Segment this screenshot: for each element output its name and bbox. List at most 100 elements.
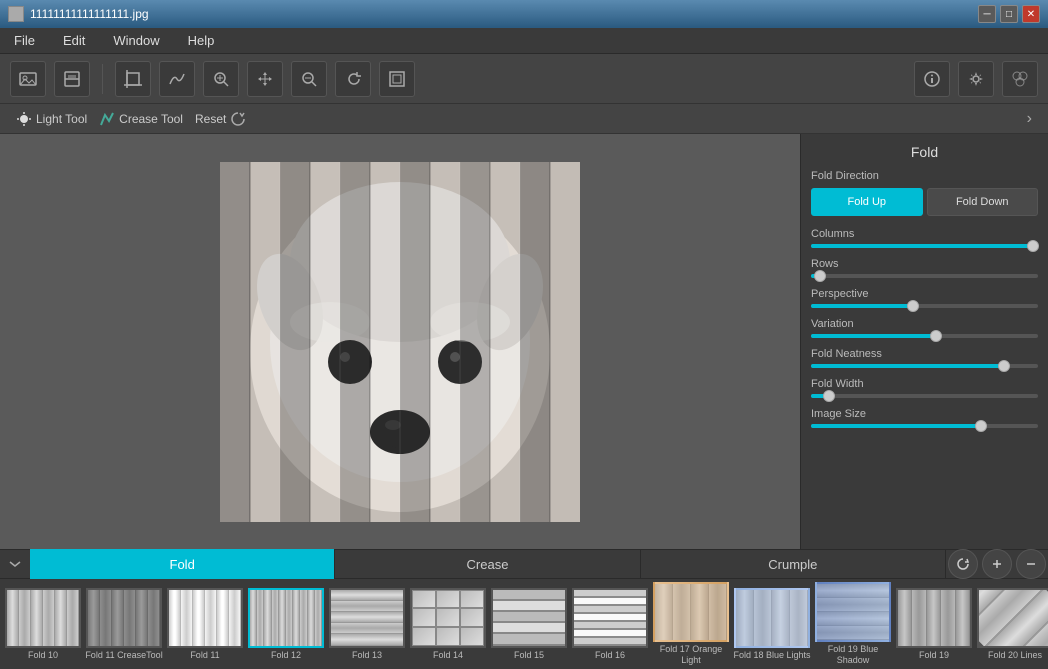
- frame-button[interactable]: [379, 61, 415, 97]
- light-tool-icon: [16, 111, 32, 127]
- perspective-thumb[interactable]: [907, 300, 919, 312]
- variation-thumb[interactable]: [930, 330, 942, 342]
- curve-icon: [167, 69, 187, 89]
- menu-help[interactable]: Help: [182, 31, 221, 50]
- fold-width-slider-row: Fold Width: [811, 378, 1038, 398]
- rotate-button[interactable]: [335, 61, 371, 97]
- refresh-action-button[interactable]: [948, 549, 978, 579]
- canvas-container: [220, 162, 580, 522]
- list-item[interactable]: Fold 19: [895, 588, 973, 661]
- minus-icon: [1024, 557, 1038, 571]
- tab-fold[interactable]: Fold: [30, 549, 335, 579]
- scan-icon: [62, 69, 82, 89]
- menu-file[interactable]: File: [8, 31, 41, 50]
- scan-tool-button[interactable]: [54, 61, 90, 97]
- bottom-toggle-button[interactable]: [0, 549, 30, 579]
- remove-action-button[interactable]: [1016, 549, 1046, 579]
- reset-item[interactable]: Reset: [195, 111, 246, 127]
- fold-19b-preview: [817, 584, 889, 640]
- tab-crumple[interactable]: Crumple: [641, 549, 946, 579]
- thumb-fold-12: [248, 588, 324, 648]
- close-button[interactable]: ✕: [1022, 5, 1040, 23]
- app-icon: [8, 6, 24, 22]
- fold-width-label: Fold Width: [811, 378, 1038, 390]
- fold-width-thumb[interactable]: [823, 390, 835, 402]
- list-item[interactable]: Fold 18 Blue Lights: [733, 588, 811, 661]
- fold-18-preview: [736, 590, 808, 646]
- variation-slider[interactable]: [811, 334, 1038, 338]
- menu-edit[interactable]: Edit: [57, 31, 91, 50]
- fold-10-preview: [7, 590, 79, 646]
- settings-button[interactable]: [958, 61, 994, 97]
- list-item[interactable]: Fold 16: [571, 588, 649, 661]
- minimize-button[interactable]: ─: [978, 5, 996, 23]
- variation-label: Variation: [811, 318, 1038, 330]
- move-icon: [255, 69, 275, 89]
- reset-icon: [230, 111, 246, 127]
- variation-slider-row: Variation: [811, 318, 1038, 338]
- zoom-out-button[interactable]: [291, 61, 327, 97]
- curve-tool-button[interactable]: [159, 61, 195, 97]
- add-action-button[interactable]: [982, 549, 1012, 579]
- maximize-button[interactable]: □: [1000, 5, 1018, 23]
- thumb-fold-19-label: Fold 19: [919, 650, 949, 661]
- fold-up-button[interactable]: Fold Up: [811, 188, 923, 216]
- info-button[interactable]: [914, 61, 950, 97]
- menu-window[interactable]: Window: [107, 31, 165, 50]
- thumb-fold-15-label: Fold 15: [514, 650, 544, 661]
- rows-thumb[interactable]: [814, 270, 826, 282]
- image-size-label: Image Size: [811, 408, 1038, 420]
- thumb-fold-11: [167, 588, 243, 648]
- rows-label: Rows: [811, 258, 1038, 270]
- crease-tool-item[interactable]: Crease Tool: [99, 111, 183, 127]
- tab-crease[interactable]: Crease: [335, 549, 640, 579]
- chevron-down-icon: [8, 557, 22, 571]
- light-tool-item[interactable]: Light Tool: [16, 111, 87, 127]
- thumb-fold-13: [329, 588, 405, 648]
- thumb-fold-14-label: Fold 14: [433, 650, 463, 661]
- nav-arrow-right[interactable]: ›: [1027, 110, 1032, 128]
- zoom-in-button[interactable]: [203, 61, 239, 97]
- fold-direction-label: Fold Direction: [811, 170, 1038, 182]
- list-item[interactable]: Fold 12: [247, 588, 325, 661]
- list-item[interactable]: Fold 19 Blue Shadow: [814, 582, 892, 666]
- effects-button[interactable]: [1002, 61, 1038, 97]
- columns-thumb[interactable]: [1027, 240, 1039, 252]
- fold-down-button[interactable]: Fold Down: [927, 188, 1039, 216]
- crop-tool-button[interactable]: [115, 61, 151, 97]
- thumb-fold-11-label: Fold 11: [190, 650, 219, 661]
- columns-fill: [811, 244, 1033, 248]
- fold-neatness-slider-row: Fold Neatness: [811, 348, 1038, 368]
- main-toolbar: [0, 54, 1048, 104]
- image-size-thumb[interactable]: [975, 420, 987, 432]
- fold-neatness-slider[interactable]: [811, 364, 1038, 368]
- list-item[interactable]: Fold 11: [166, 588, 244, 661]
- list-item[interactable]: Fold 10: [4, 588, 82, 661]
- zoom-in-icon: [211, 69, 231, 89]
- perspective-label: Perspective: [811, 288, 1038, 300]
- list-item[interactable]: Fold 11 CreaseTool: [85, 588, 163, 661]
- list-item[interactable]: Fold 20 Lines: [976, 588, 1048, 661]
- list-item[interactable]: Fold 13: [328, 588, 406, 661]
- columns-slider[interactable]: [811, 244, 1038, 248]
- list-item[interactable]: Fold 15: [490, 588, 568, 661]
- thumb-fold-10-label: Fold 10: [28, 650, 58, 661]
- image-size-slider[interactable]: [811, 424, 1038, 428]
- rows-slider[interactable]: [811, 274, 1038, 278]
- perspective-slider[interactable]: [811, 304, 1038, 308]
- fold-width-slider[interactable]: [811, 394, 1038, 398]
- list-item[interactable]: Fold 14: [409, 588, 487, 661]
- list-item[interactable]: Fold 17 Orange Light: [652, 582, 730, 666]
- fold-11-preview: [169, 590, 241, 646]
- zoom-out-icon: [299, 69, 319, 89]
- fold-neatness-thumb[interactable]: [998, 360, 1010, 372]
- plus-icon: [990, 557, 1004, 571]
- perspective-fill: [811, 304, 913, 308]
- title-bar-left: 11111111111111111.jpg: [8, 6, 149, 22]
- rotate-icon: [343, 69, 363, 89]
- thumb-fold-16: [572, 588, 648, 648]
- photo-tool-button[interactable]: [10, 61, 46, 97]
- move-tool-button[interactable]: [247, 61, 283, 97]
- thumb-fold-13-label: Fold 13: [352, 650, 382, 661]
- thumb-fold-19: [896, 588, 972, 648]
